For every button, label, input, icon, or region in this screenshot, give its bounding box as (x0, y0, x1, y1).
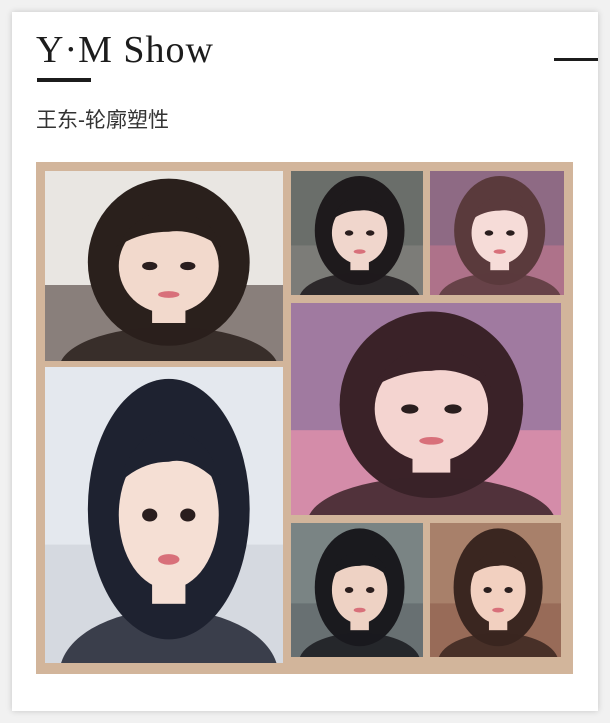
page-subtitle: 王东-轮廓塑性 (36, 109, 169, 132)
photo-cap-portrait (45, 171, 283, 361)
photo-filter-selfie (291, 303, 561, 515)
photo-selfie-3-image (291, 523, 423, 657)
photo-long-hair-profile-image (45, 367, 283, 663)
photo-selfie-3 (291, 523, 423, 657)
title-underline (37, 78, 91, 82)
page-title: Y·M Show (36, 29, 214, 71)
photo-selfie-1 (291, 171, 423, 295)
photo-selfie-1-image (291, 171, 423, 295)
photo-collage (36, 162, 573, 674)
content-card: Y·M Show 王东-轮廓塑性 (12, 12, 598, 711)
photo-selfie-4-image (430, 523, 561, 657)
photo-long-hair-profile (45, 367, 283, 663)
photo-selfie-4 (430, 523, 561, 657)
photo-selfie-2 (430, 171, 564, 295)
photo-selfie-2-image (430, 171, 564, 295)
photo-cap-portrait-image (45, 171, 283, 361)
decorative-line (554, 58, 598, 61)
photo-filter-selfie-image (291, 303, 561, 515)
